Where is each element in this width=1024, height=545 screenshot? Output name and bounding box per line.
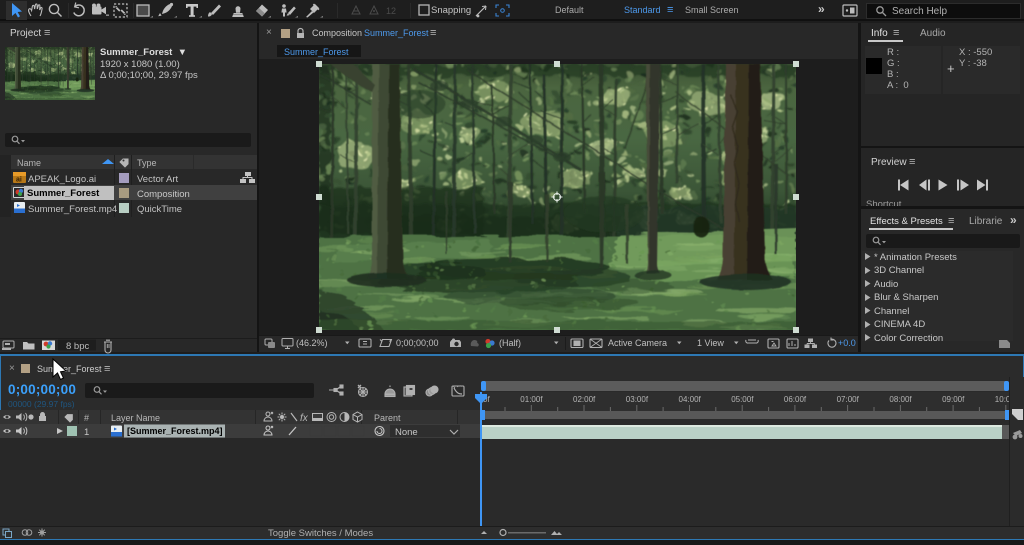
svg-text:fx: fx	[300, 413, 309, 424]
svg-text:ai: ai	[16, 177, 22, 184]
svg-text:12: 12	[386, 6, 396, 16]
